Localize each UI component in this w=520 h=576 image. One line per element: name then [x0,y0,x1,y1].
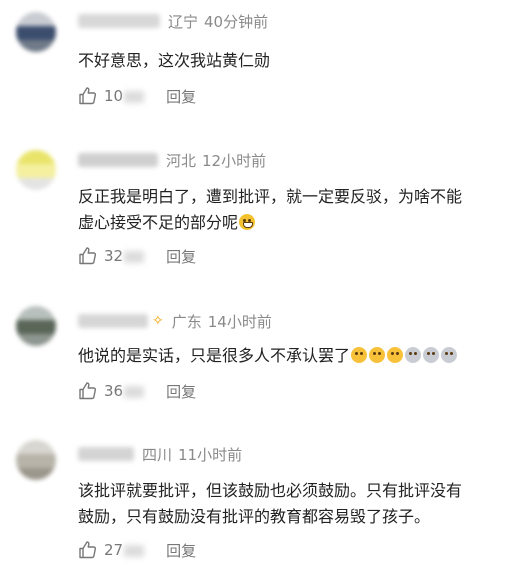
timestamp: 14小时前 [207,312,272,331]
avatar[interactable] [16,150,56,190]
location: 四川 [142,445,173,464]
location: 辽宁 [168,12,199,31]
thumbs-up-icon[interactable] [78,86,98,106]
comment-text: 他说的是实话，只是很多人不承认罢了 [78,343,502,369]
avatar[interactable] [16,306,56,346]
comment-actions: 32 回复 [78,244,196,268]
reply-button[interactable]: 回复 [166,86,196,107]
thinking-emoji [387,347,404,363]
thumbs-up-icon[interactable] [78,381,98,401]
timestamp: 12小时前 [202,151,267,170]
avatar[interactable] [16,12,56,52]
comment-text: 不好意思，这次我站黄仁勋 [78,51,271,70]
comment-actions: 27 回复 [78,538,196,562]
username[interactable] [78,447,134,461]
reply-button[interactable]: 回复 [166,246,196,267]
comment-meta: 四川 11小时前 [78,443,242,465]
comment-text-line: 反正我是明白了，遭到批评，就一定要反驳，为啥不能 [78,187,463,206]
comment-meta: ✧ 广东 14小时前 [78,310,272,332]
thinking-emoji [351,347,368,363]
like-count: 10 [104,87,145,105]
comment-actions: 36 回复 [78,379,196,403]
timestamp: 11小时前 [178,445,243,464]
like-count: 32 [104,247,145,265]
comment-meta: 辽宁 40分钟前 [78,10,268,32]
timestamp: 40分钟前 [204,12,269,31]
thinking-emoji [369,347,386,363]
doge-emoji [405,347,422,363]
vip-badge-icon: ✧ [152,313,164,329]
username[interactable] [78,14,160,28]
comment-meta: 河北 12小时前 [78,149,266,171]
comment-text: 反正我是明白了，遭到批评，就一定要反驳，为啥不能 虚心接受不足的部分呢 [78,184,502,236]
like-count: 27 [104,541,145,559]
comment-text-line: 该批评就要批评，但该鼓励也必须鼓励。只有批评没有 [78,481,463,500]
reply-button[interactable]: 回复 [166,540,196,561]
doge-emoji [423,347,440,363]
username[interactable] [78,153,158,167]
comment-list: 辽宁 40分钟前 不好意思，这次我站黄仁勋 10 回复 河北 12小时前 反正我… [0,0,520,576]
comment-text-line: 虚心接受不足的部分呢 [78,210,502,236]
thumbs-up-icon[interactable] [78,246,98,266]
username[interactable] [78,314,148,328]
comment-text: 该批评就要批评，但该鼓励也必须鼓励。只有批评没有 鼓励，只有鼓励没有批评的教育都… [78,478,502,530]
location: 广东 [171,312,202,331]
like-count: 36 [104,382,145,400]
doge-emoji [441,347,458,363]
avatar[interactable] [16,440,56,480]
comment-actions: 10 回复 [78,84,196,108]
location: 河北 [166,151,197,170]
grin-emoji [239,214,256,230]
comment-text-line: 鼓励，只有鼓励没有批评的教育都容易毁了孩子。 [78,507,431,526]
thumbs-up-icon[interactable] [78,540,98,560]
reply-button[interactable]: 回复 [166,381,196,402]
